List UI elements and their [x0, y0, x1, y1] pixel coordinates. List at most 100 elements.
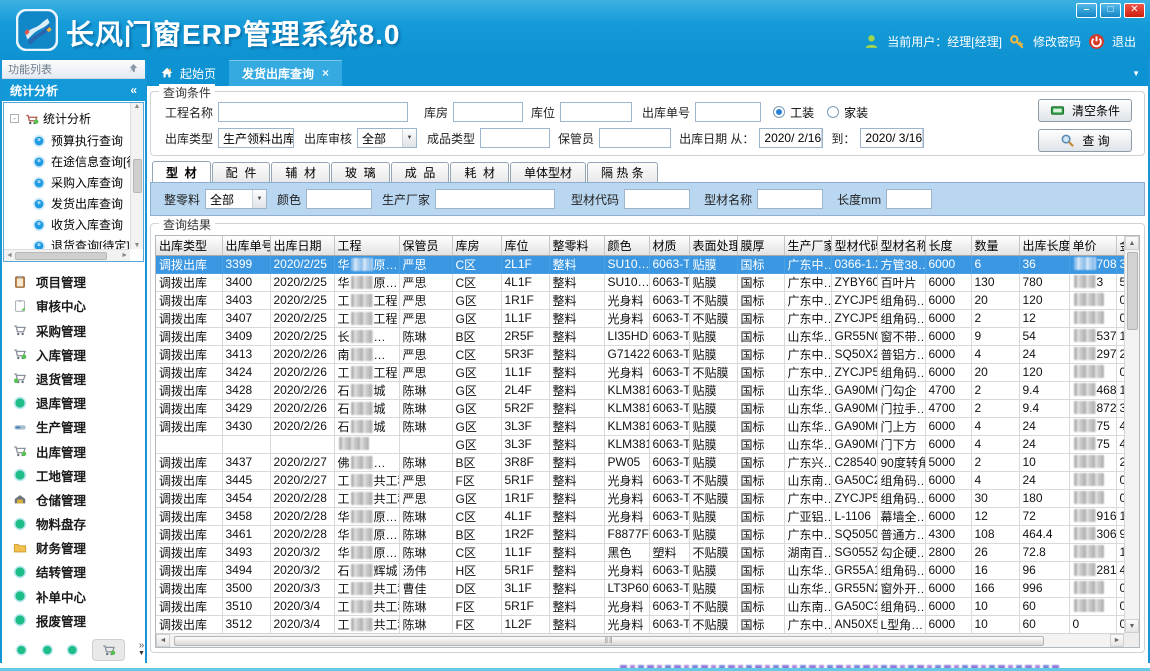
grid-vertical-scrollbar[interactable]: ▲ ▼ [1124, 236, 1139, 633]
table-row[interactable]: 调拨出库34582020/2/28华原…陈琳C区4L1F整料光身料6063-T5… [156, 507, 1124, 525]
table-row[interactable]: 调拨出库34282020/2/26石城陈琳G区2L4F整料KLM38176063… [156, 381, 1124, 399]
date-from-select[interactable]: 2020/ 2/16▼ [759, 128, 823, 148]
material-tab-4[interactable]: 成 品 [391, 162, 450, 182]
table-row[interactable]: 调拨出库34302020/2/26石城陈琳G区3L3F整料KLM38176063… [156, 417, 1124, 435]
clear-conditions-button[interactable]: 清空条件 [1038, 99, 1132, 122]
sidebar-item-补单中心[interactable]: 补单中心 [2, 587, 145, 606]
sidebar-item-退货管理[interactable]: 退货管理 [2, 369, 145, 388]
material-tab-2[interactable]: 辅 材 [271, 162, 330, 182]
footer-dot-icon[interactable] [41, 643, 54, 657]
material-tab-5[interactable]: 耗 材 [450, 162, 509, 182]
tree-item[interactable]: 发货出库查询 [8, 193, 141, 214]
table-row[interactable]: 调拨出库33992020/2/25华原…严思C区2L1F整料SU10…6063-… [156, 255, 1124, 273]
table-row[interactable]: 调拨出库34072020/2/25工工程严思G区1L1F整料光身料6063-T5… [156, 309, 1124, 327]
scroll-up-icon[interactable]: ▲ [1125, 236, 1139, 250]
grid-header-cell[interactable]: 库位 [501, 236, 549, 255]
collapse-icon[interactable]: « [130, 83, 137, 97]
tree-hscroll-thumb[interactable] [15, 252, 107, 260]
scroll-right-icon[interactable]: ► [121, 252, 128, 259]
sidebar-overflow-button[interactable]: » ▼ [138, 642, 145, 658]
outbound-audit-select[interactable]: 全部▼ [357, 128, 417, 148]
grid-header-cell[interactable]: 库房 [452, 236, 501, 255]
length-mm-input[interactable] [886, 189, 932, 209]
grid-header-cell[interactable]: 膜厚 [737, 236, 784, 255]
profile-code-input[interactable] [624, 189, 690, 209]
table-row[interactable]: G区3L3F整料KLM38176063-T5贴膜国标山东华…GA90M09…门下… [156, 435, 1124, 453]
table-row[interactable]: 调拨出库34132020/2/26南…严思C区5R3F整料G714226063-… [156, 345, 1124, 363]
grid-header-cell[interactable]: 长度 [925, 236, 971, 255]
tree-vscroll-thumb[interactable] [133, 159, 142, 193]
keeper-input[interactable] [599, 128, 671, 148]
grid-header-cell[interactable]: 材质 [649, 236, 689, 255]
radio-家装[interactable] [827, 106, 839, 118]
window-minimize-button[interactable]: – [1076, 3, 1097, 18]
tree-vertical-scrollbar[interactable]: ▲ ▼ [130, 103, 143, 249]
grid-header-cell[interactable]: 整零料 [549, 236, 604, 255]
table-row[interactable]: 调拨出库34292020/2/26石城陈琳G区5R2F整料KLM38176063… [156, 399, 1124, 417]
footer-dot-icon[interactable] [15, 643, 28, 657]
scroll-down-icon[interactable]: ▼ [134, 242, 141, 249]
grid-header-cell[interactable]: 工程 [334, 236, 399, 255]
table-row[interactable]: 调拨出库34092020/2/25长…陈琳B区2R5F整料LI35HD6063-… [156, 327, 1124, 345]
grid-header-cell[interactable]: 数量 [971, 236, 1019, 255]
table-row[interactable]: 调拨出库34542020/2/28工共工程严思G区1R1F整料光身料6063-T… [156, 489, 1124, 507]
material-tab-1[interactable]: 配 件 [212, 162, 271, 182]
material-tab-0[interactable]: 型 材 [152, 161, 211, 182]
date-to-select[interactable]: 2020/ 3/16▼ [860, 128, 924, 148]
logout-link[interactable]: 退出 [1112, 33, 1136, 50]
table-row[interactable]: 调拨出库34942020/3/2石辉城汤伟H区5R1F整料光身料6063-T5贴… [156, 561, 1124, 579]
table-row[interactable]: 调拨出库34372020/2/27佛…陈琳B区3R8F整料PW056063-T5… [156, 453, 1124, 471]
location-input[interactable] [560, 102, 632, 122]
tree-horizontal-scrollbar[interactable]: ◄ ► [4, 249, 130, 261]
tab-发货出库查询[interactable]: 发货出库查询× [229, 60, 342, 86]
whole-part-select[interactable]: 全部▼ [205, 189, 267, 209]
footer-dot-icon[interactable] [66, 643, 79, 657]
table-row[interactable]: 调拨出库34932020/3/2华原…陈琳C区1L1F整料黑色塑料不贴膜国标湖南… [156, 543, 1124, 561]
table-row[interactable]: 调拨出库34452020/2/27工共工程严思F区5R1F整料光身料6063-T… [156, 471, 1124, 489]
table-row[interactable]: 调拨出库34002020/2/25华原…严思C区4L1F整料SU10…6063-… [156, 273, 1124, 291]
window-maximize-button[interactable]: □ [1100, 3, 1121, 18]
tab-起始页[interactable]: 起始页 [147, 60, 229, 86]
scroll-right-icon[interactable]: ► [1110, 634, 1124, 647]
vscroll-thumb[interactable] [1127, 252, 1138, 330]
scroll-down-icon[interactable]: ▼ [1125, 619, 1139, 633]
sidebar-item-采购管理[interactable]: 采购管理 [2, 321, 145, 340]
grid-header-cell[interactable]: 出库单号 [222, 236, 270, 255]
sidebar-item-入库管理[interactable]: 入库管理 [2, 345, 145, 364]
sidebar-item-财务管理[interactable]: 财务管理 [2, 538, 145, 557]
sidebar-item-项目管理[interactable]: 项目管理 [2, 272, 145, 291]
product-type-input[interactable] [480, 128, 550, 148]
grid-header-cell[interactable]: 出库类型 [156, 236, 222, 255]
outbound-no-input[interactable] [695, 102, 761, 122]
material-tab-3[interactable]: 玻 璃 [331, 162, 390, 182]
grid-header-cell[interactable]: 出库长度 [1019, 236, 1069, 255]
sidebar-item-仓储管理[interactable]: 仓储管理 [2, 490, 145, 509]
scroll-left-icon[interactable]: ◄ [156, 634, 170, 647]
pin-icon[interactable] [127, 63, 139, 75]
grid-header-cell[interactable]: 型材代码 [831, 236, 877, 255]
sidebar-item-审核中心[interactable]: 审核中心 [2, 296, 145, 315]
window-close-button[interactable]: ✕ [1124, 3, 1145, 18]
color-input[interactable] [306, 189, 372, 209]
scroll-left-icon[interactable]: ◄ [6, 252, 13, 259]
grid-header-cell[interactable]: 金额 [1116, 236, 1124, 255]
table-row[interactable]: 调拨出库35122020/3/4工共工程陈琳F区1L2F整料光身料6063-T5… [156, 615, 1124, 633]
manufacturer-input[interactable] [435, 189, 555, 209]
tree-expander-icon[interactable]: - [10, 114, 19, 123]
sidebar-item-生产管理[interactable]: 生产管理 [2, 417, 145, 436]
table-row[interactable]: 调拨出库34242020/2/26工工程严思G区1L1F整料光身料6063-T5… [156, 363, 1124, 381]
hscroll-thumb[interactable]: ‖‖ [174, 636, 1044, 646]
change-password-link[interactable]: 修改密码 [1033, 33, 1081, 50]
material-tab-7[interactable]: 隔 热 条 [587, 162, 658, 182]
table-row[interactable]: 调拨出库35002020/3/3工共工程曹佳D区3L1F整料LT3P606063… [156, 579, 1124, 597]
tab-close-icon[interactable]: × [322, 66, 329, 80]
radio-工装[interactable] [773, 106, 785, 118]
search-button[interactable]: 查 询 [1038, 129, 1132, 152]
tree-item[interactable]: 在途信息查询[待 [8, 151, 141, 172]
grid-header-cell[interactable]: 保管员 [399, 236, 452, 255]
footer-cart-button[interactable] [92, 639, 125, 661]
scroll-up-icon[interactable]: ▲ [134, 103, 141, 110]
sidebar-item-结转管理[interactable]: 结转管理 [2, 562, 145, 581]
table-row[interactable]: 调拨出库34032020/2/25工工程严思G区1R1F整料光身料6063-T5… [156, 291, 1124, 309]
outbound-type-select[interactable]: 生产领料出库▼ [218, 128, 294, 148]
